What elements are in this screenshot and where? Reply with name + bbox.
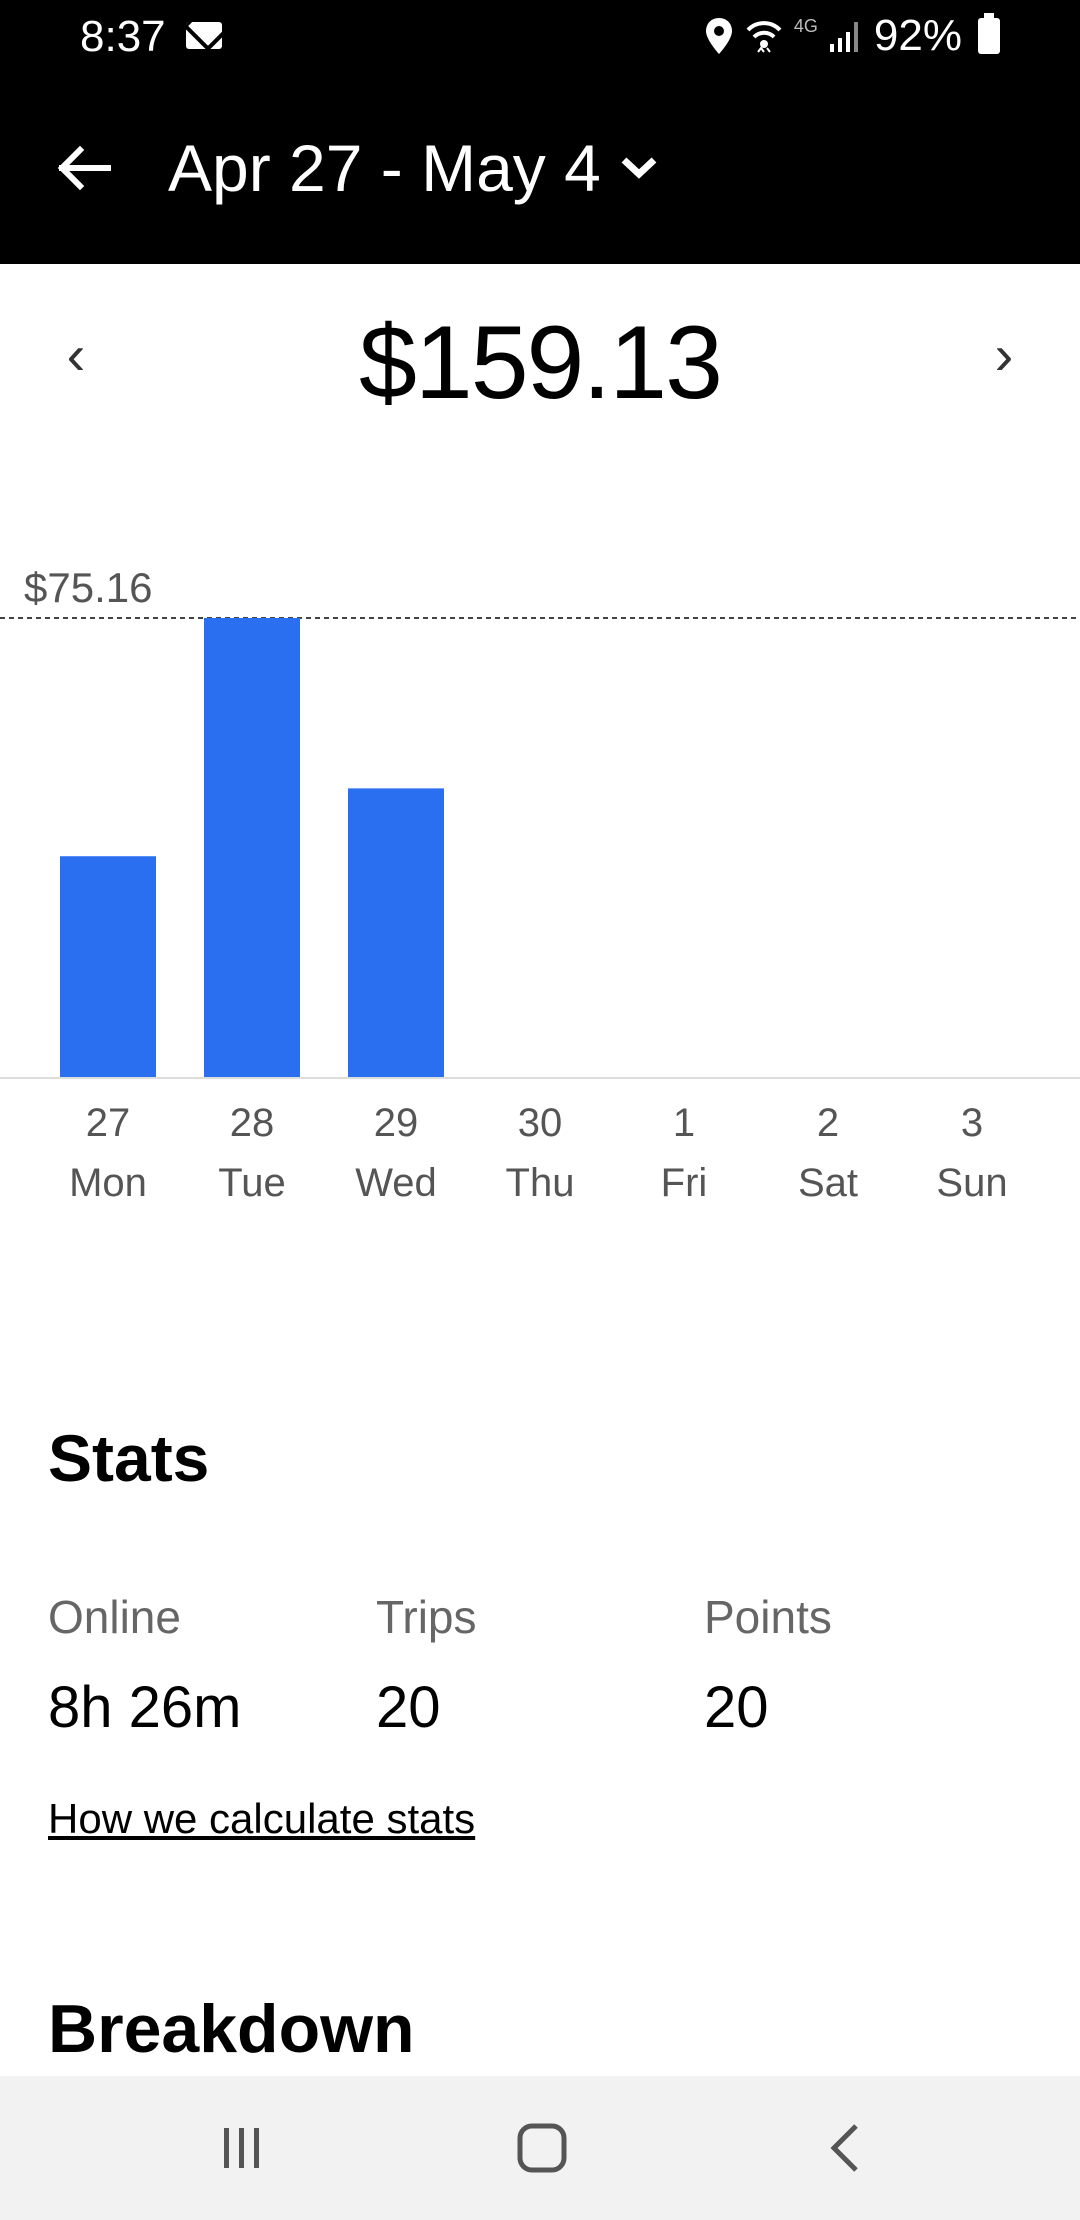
bar-wed: [348, 788, 444, 1077]
chevron-right-icon: ›: [994, 322, 1014, 386]
bar-tue: [204, 618, 300, 1077]
arrow-left-icon: [57, 145, 111, 191]
stat-label: Points: [704, 1591, 832, 1643]
back-button[interactable]: [52, 136, 116, 200]
x-tick-date: 27: [86, 1101, 131, 1145]
x-tick-day: Fri: [661, 1161, 708, 1205]
battery-icon: [978, 13, 1000, 54]
mail-icon: [186, 22, 222, 49]
network-type: 4G: [793, 16, 818, 36]
system-back-button[interactable]: [806, 2112, 886, 2184]
stat-online: Online 8h 26m: [48, 1590, 241, 1741]
wifi-icon: [744, 16, 784, 56]
status-icons: 4G 92%: [704, 10, 1000, 62]
x-tick-day: Sat: [798, 1161, 858, 1205]
max-value-label: $75.16: [24, 564, 152, 611]
chevron-down-icon: [621, 157, 657, 179]
stat-value: 8h 26m: [48, 1675, 242, 1740]
stat-label: Trips: [376, 1591, 477, 1643]
stat-points: Points 20: [704, 1590, 832, 1741]
period-title: Apr 27 - May 4: [168, 131, 601, 205]
home-button[interactable]: [502, 2112, 582, 2184]
stats-title: Stats: [48, 1421, 210, 1495]
breakdown-title: Breakdown: [48, 1991, 415, 2067]
status-bar: 8:37 4G 92%: [0, 0, 1080, 72]
home-icon: [517, 2123, 567, 2173]
battery-percentage: 92%: [873, 11, 962, 60]
stat-value: 20: [704, 1675, 769, 1740]
stat-trips: Trips 20: [376, 1590, 477, 1741]
x-tick-date: 28: [230, 1101, 275, 1145]
x-tick-date: 30: [518, 1101, 563, 1145]
system-nav-bar: [0, 2076, 1080, 2220]
x-tick-date: 2: [817, 1101, 839, 1145]
x-tick-day: Wed: [355, 1161, 437, 1205]
x-tick-day: Tue: [218, 1161, 285, 1205]
x-tick-day: Thu: [506, 1161, 575, 1205]
earnings-chart: $75.16 27 Mon 28 Tue 29 Wed 30 Thu 1 Fri 2 Sat 3 Sun: [0, 540, 1080, 1240]
recent-apps-button[interactable]: [202, 2112, 282, 2184]
x-tick-date: 29: [374, 1101, 419, 1145]
x-tick-date: 3: [961, 1101, 983, 1145]
total-earnings: $159.13: [359, 305, 723, 421]
stat-label: Online: [48, 1591, 181, 1643]
recent-apps-icon: [224, 2128, 259, 2168]
x-tick-date: 1: [673, 1101, 695, 1145]
bar-mon: [60, 856, 156, 1077]
stat-value: 20: [376, 1675, 441, 1740]
location-icon: [704, 16, 734, 56]
period-selector[interactable]: Apr 27 - May 4: [168, 118, 659, 218]
x-tick-day: Sun: [936, 1161, 1007, 1205]
x-tick-day: Mon: [69, 1161, 147, 1205]
app-header: Apr 27 - May 4: [0, 72, 1080, 264]
earnings-summary: ‹ $159.13 ›: [0, 264, 1080, 444]
signal-icon: [828, 18, 864, 54]
next-period-button[interactable]: ›: [974, 314, 1034, 394]
back-icon: [830, 2124, 858, 2172]
how-we-calculate-stats-link[interactable]: How we calculate stats: [48, 1795, 475, 1843]
bar-chart: $75.16 27 Mon 28 Tue 29 Wed 30 Thu 1 Fri 2 Sat 3 Sun: [0, 564, 1080, 1205]
status-time: 8:37: [80, 12, 166, 61]
